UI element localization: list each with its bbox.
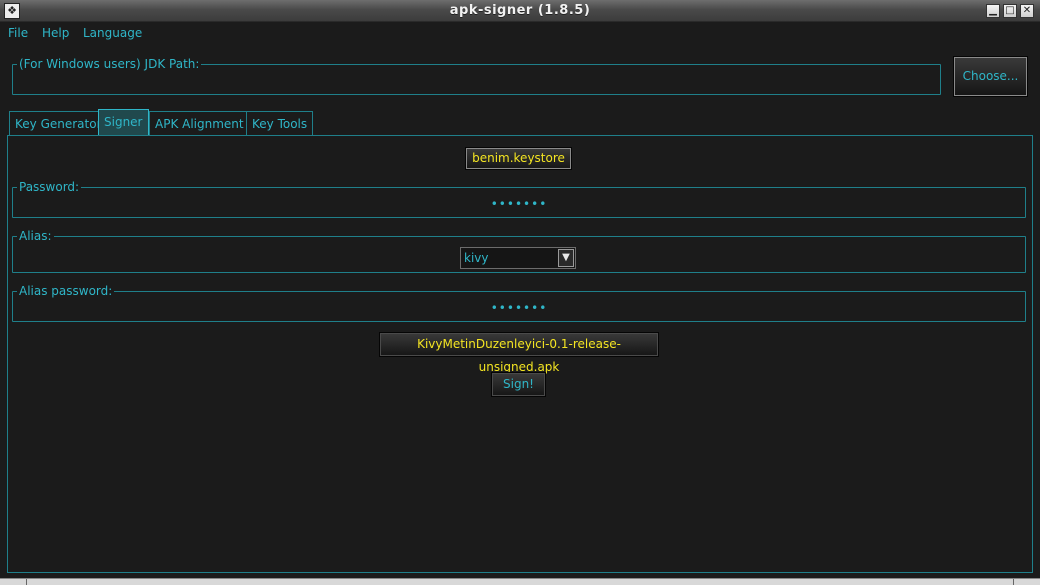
alias-select[interactable]: kivy ▼ xyxy=(460,247,576,269)
sign-button[interactable]: Sign! xyxy=(491,372,546,397)
tab-apk-alignment[interactable]: APK Alignment xyxy=(149,111,250,135)
menu-language[interactable]: Language xyxy=(83,26,142,40)
tab-key-tools[interactable]: Key Tools xyxy=(246,111,314,135)
chevron-down-icon[interactable]: ▼ xyxy=(558,249,574,267)
menu-file[interactable]: File xyxy=(8,26,28,40)
minimize-button[interactable]: ▁ xyxy=(986,4,1000,18)
menu-bar: File Help Language xyxy=(0,23,1040,45)
jdk-path-label: (For Windows users) JDK Path: xyxy=(17,57,202,71)
window-title: apk-signer (1.8.5) xyxy=(449,3,591,18)
password-field[interactable]: Password: ••••••• xyxy=(12,180,1026,218)
menu-help[interactable]: Help xyxy=(42,26,69,40)
alias-password-field[interactable]: Alias password: ••••••• xyxy=(12,284,1026,322)
bottom-edge-divider xyxy=(26,579,1014,585)
apk-file-button[interactable]: KivyMetinDuzenleyici-0.1-release-unsigne… xyxy=(379,332,659,374)
choose-jdk-button[interactable]: Choose... xyxy=(953,56,1028,97)
alias-password-label: Alias password: xyxy=(17,284,115,298)
tab-key-generator[interactable]: Key Generator xyxy=(9,111,108,135)
alias-label: Alias: xyxy=(17,229,54,243)
maximize-button[interactable]: □ xyxy=(1003,4,1017,18)
jdk-path-field[interactable]: (For Windows users) JDK Path: xyxy=(12,57,941,95)
password-value: ••••••• xyxy=(490,197,548,211)
alias-selected-value: kivy xyxy=(464,251,489,265)
bottom-edge xyxy=(0,578,1040,585)
tab-signer[interactable]: Signer xyxy=(98,109,149,136)
close-button[interactable]: ✕ xyxy=(1020,4,1034,18)
title-bar: ❖ apk-signer (1.8.5) ▁ □ ✕ xyxy=(0,0,1040,22)
alias-password-value: ••••••• xyxy=(490,301,548,315)
password-label: Password: xyxy=(17,180,82,194)
keystore-file-button[interactable]: benim.keystore xyxy=(465,147,572,170)
